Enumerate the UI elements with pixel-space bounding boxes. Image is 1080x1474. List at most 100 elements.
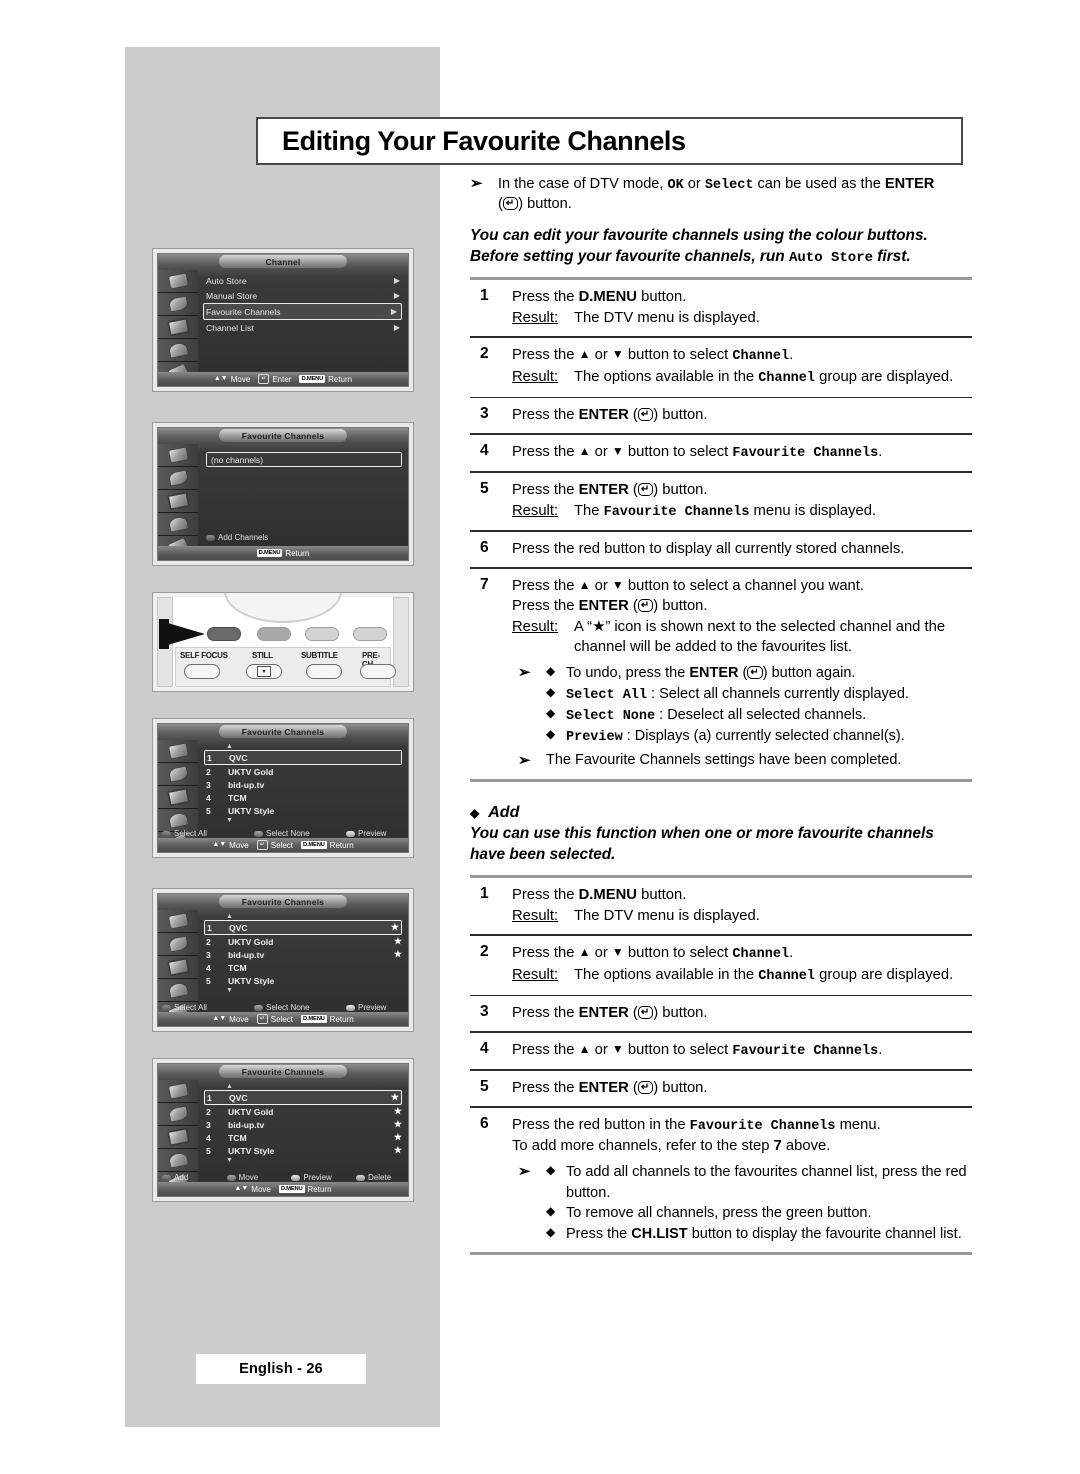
scroll-down-icon[interactable]: ▼ [206,817,402,824]
osd-rail-item[interactable] [158,513,198,536]
osd-color-button[interactable]: Preview [346,829,404,838]
step-row: 4 Press the ▲ or ▼ button to select Favo… [470,1033,972,1069]
scroll-up-icon[interactable]: ▲ [206,1083,402,1090]
program-icon [168,913,188,929]
step-row: 1 Press the D.MENU button. Result: The D… [470,280,972,336]
scroll-down-icon[interactable]: ▼ [206,987,402,994]
osd-rail-item[interactable] [158,1126,198,1149]
channel-row[interactable]: 4 TCM [206,961,402,974]
channel-number: 4 [206,792,211,803]
pre-ch-button[interactable] [360,664,396,679]
step-body: Press the D.MENU button. Result: The DTV… [512,885,972,926]
osd-rail-item[interactable] [158,316,198,339]
osd-hint: ▲▼ Move [214,375,250,384]
t: ( [628,1079,638,1096]
osd-hint: D.MENU Return [278,1185,332,1194]
osd-hint: ▲▼ Move [212,841,248,850]
osd-hint: D.MENU Return [301,1015,354,1024]
osd-menu-item[interactable]: Auto Store ▶ [206,273,402,288]
channel-row[interactable]: 4 TCM [206,791,402,804]
remote-color-button-green[interactable] [257,627,291,641]
osd-rail-item[interactable] [158,444,198,467]
intro-note-part-b: or [683,176,705,192]
channel-row[interactable]: 1 QVC ★ [204,920,402,935]
still-glyph-icon: ▾ [257,666,271,677]
osd-menu-item-selected[interactable]: Favourite Channels ▶ [203,303,402,320]
osd-rail-item[interactable] [158,740,198,763]
osd-color-button[interactable]: Select None [254,1003,346,1012]
osd-rail-item[interactable] [158,979,198,1002]
up-arrow-icon: ▲ [578,1041,591,1056]
self-focus-button[interactable] [184,664,220,679]
bullet-text: Preview : Displays (a) currently selecte… [566,726,972,747]
osd-color-button[interactable]: Select All [162,1003,254,1012]
channel-number: 4 [206,1132,211,1143]
osd-color-button[interactable]: Add [162,1173,227,1182]
osd-color-button[interactable]: Add Channels [206,533,404,542]
osd-rail-item[interactable] [158,763,198,786]
osd-rail-item[interactable] [158,1103,198,1126]
osd-color-button[interactable]: Move [226,1173,292,1182]
result-text: The DTV menu is displayed. [574,310,760,327]
remote-color-button-red[interactable] [207,627,241,641]
osd-titlebar: Channel [158,254,408,270]
result-line: Result: A “★” icon is shown next to the … [512,617,972,657]
scroll-down-icon[interactable]: ▼ [206,1157,402,1164]
osd-color-label: Move [238,1173,259,1182]
osd-color-button[interactable]: Select None [254,829,346,838]
step-line: To add more channels, refer to the step … [512,1136,972,1156]
channel-name: bid-up.tv [228,949,265,960]
channel-row[interactable]: 5 UKTV Style [206,804,402,817]
channel-row[interactable]: 1 QVC [204,750,402,765]
osd-window: Favourite Channels (no channels) Add Cha… [157,427,409,561]
osd-rail-item[interactable] [158,490,198,513]
program-icon [168,273,188,289]
osd-rail-item[interactable] [158,293,198,316]
t: ) button. [653,597,708,614]
t: To undo, press the [566,665,690,682]
osd-rail-item[interactable] [158,910,198,933]
enter-key-icon: ↵ [258,374,270,384]
diamond-bullet-icon: ◆ [546,684,556,699]
favourite-channels-token: Favourite Channels [732,445,879,461]
screenshot-favourite-list-full: Favourite Channels ▲ 1 QVC ★ 2 UKTV Gold ★ 3… [152,1058,414,1202]
osd-menu-item[interactable]: Manual Store ▶ [206,288,402,303]
channel-number: 5 [206,1145,211,1156]
osd-rail-item[interactable] [158,933,198,956]
channel-row[interactable]: 2 UKTV Gold ★ [206,1105,402,1118]
remote-color-button-yellow[interactable] [305,627,339,641]
channel-row[interactable]: 5 UKTV Style ★ [206,1144,402,1157]
channel-row[interactable]: 3 bid-up.tv ★ [206,1118,402,1131]
osd-color-button[interactable]: Preview [346,1003,404,1012]
osd-rail-item[interactable] [158,956,198,979]
osd-rail-item[interactable] [158,270,198,293]
osd-color-button[interactable]: Preview [291,1173,356,1182]
scroll-up-icon[interactable]: ▲ [206,913,402,920]
channel-name: TCM [228,1132,247,1143]
result-label: Result: [512,908,559,925]
dmenu-key-icon: D.MENU [301,841,327,849]
osd-rail-item[interactable] [158,1149,198,1172]
channel-row[interactable]: 5 UKTV Style [206,974,402,987]
bullet-item: ◆ Preview : Displays (a) currently selec… [546,726,972,747]
osd-rail-item[interactable] [158,339,198,362]
osd-rail-item[interactable] [158,467,198,490]
channel-row[interactable]: 1 QVC ★ [204,1090,402,1105]
channel-row[interactable]: 3 bid-up.tv ★ [206,948,402,961]
osd-menu-item[interactable]: Channel List ▶ [206,320,402,335]
osd-color-button[interactable]: Select All [162,829,254,838]
subtitle-button[interactable] [306,664,342,679]
channel-row[interactable]: 2 UKTV Gold [206,765,402,778]
channel-row[interactable]: 3 bid-up.tv [206,778,402,791]
scroll-up-icon[interactable]: ▲ [206,743,402,750]
channel-row[interactable]: 2 UKTV Gold ★ [206,935,402,948]
remote-color-button-blue[interactable] [353,627,387,641]
setup-icon [168,982,188,998]
still-button[interactable]: ▾ [246,664,282,679]
step-row: 4 Press the ▲ or ▼ button to select Favo… [470,435,972,471]
osd-rail-item[interactable] [158,1080,198,1103]
osd-color-button[interactable]: Delete [356,1173,404,1182]
osd-rail-item[interactable] [158,786,198,809]
dmenu-token: D.MENU [578,887,637,904]
channel-row[interactable]: 4 TCM ★ [206,1131,402,1144]
